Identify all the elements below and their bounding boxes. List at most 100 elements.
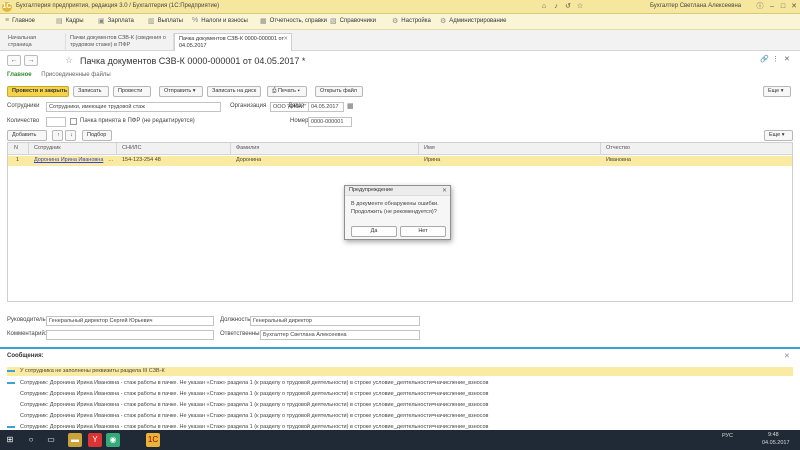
move-up-icon[interactable]: ↑	[52, 130, 63, 141]
employees-select[interactable]: Сотрудники, имеющие трудовой стаж	[46, 102, 221, 112]
messages-close-icon[interactable]: ✕	[784, 352, 790, 360]
cell-patronymic: Ивановна	[606, 157, 631, 163]
message-marker-icon	[7, 381, 15, 384]
gear-icon: ⚙	[392, 18, 399, 25]
date-field[interactable]: 04.05.2017	[308, 102, 344, 112]
open-file-button[interactable]: Открыть файл	[315, 86, 363, 97]
nav-files-link[interactable]: Присоединенные файлы	[41, 72, 111, 78]
calendar-icon[interactable]: ▦	[347, 102, 354, 110]
windows-taskbar: ⊞ ○ ▭ ▬ Y ◉ 1C РУС 9:48 04.05.2017	[0, 430, 800, 450]
history-icon[interactable]: ↺	[564, 3, 572, 11]
task-view-icon[interactable]: ▭	[44, 433, 58, 447]
messages-panel: Сообщения: ✕ У сотрудника не заполнены р…	[0, 347, 800, 430]
comment-field[interactable]	[46, 330, 214, 340]
head-select[interactable]: Генеральный директор Сергей Юрьевич	[46, 316, 214, 326]
menu-settings[interactable]: ⚙ Настройка	[392, 17, 431, 25]
1c-icon[interactable]: 1C	[146, 433, 160, 447]
tab-document[interactable]: Пачка документов СЗВ-К 0000-000001 от 04…	[174, 33, 292, 51]
cell-select-icon[interactable]: …	[108, 157, 114, 163]
number-label: Номер	[290, 118, 309, 124]
star-icon[interactable]: ☆	[576, 3, 584, 11]
message-item[interactable]: Сотрудник: Доронина Ирина Ивановна - ста…	[7, 391, 793, 397]
responsible-label: Ответственный:	[220, 331, 265, 337]
table-row[interactable]: 1 Доронина Ирина Ивановна … 154-123-254 …	[8, 156, 792, 166]
printer-icon: ⎙	[272, 88, 277, 94]
yandex-icon[interactable]: Y	[88, 433, 102, 447]
tray-lang[interactable]: РУС	[722, 433, 733, 439]
search-icon[interactable]: ○	[24, 433, 38, 447]
comment-label: Комментарий:	[7, 331, 47, 337]
favorite-star-icon[interactable]: ☆	[65, 55, 73, 66]
dialog-close-icon[interactable]: ✕	[442, 187, 447, 194]
menu-catalogs[interactable]: ▧ Справочники	[330, 17, 376, 25]
fill-button[interactable]: Подбор	[82, 130, 112, 141]
col-n[interactable]: N	[14, 145, 18, 151]
app-logo: 1С	[2, 2, 12, 12]
cell-employee[interactable]: Доронина Ирина Ивановна	[34, 157, 104, 163]
menu-salary[interactable]: ▣ Зарплата	[98, 17, 134, 25]
nav-main-link[interactable]: Главное	[7, 72, 32, 78]
send-button[interactable]: Отправить ▾	[159, 86, 203, 97]
info-icon[interactable]: ⓘ	[756, 3, 764, 11]
write-button[interactable]: Записать	[73, 86, 109, 97]
wallet-icon: ▣	[98, 18, 105, 25]
message-item[interactable]: Сотрудник: Доронина Ирина Ивановна - ста…	[7, 402, 793, 408]
more-button[interactable]: Еще ▾	[763, 86, 791, 97]
head-label: Руководитель:	[7, 317, 48, 323]
col-surname[interactable]: Фамилия	[236, 145, 259, 151]
post-and-close-button[interactable]: Провести и закрыть	[7, 86, 69, 97]
count-field[interactable]	[46, 117, 66, 127]
close-icon[interactable]: ✕	[790, 3, 798, 11]
back-arrow-icon[interactable]: ←	[7, 55, 21, 66]
menu-payments[interactable]: ▥ Выплаты	[148, 17, 183, 25]
explorer-icon[interactable]: ▬	[68, 433, 82, 447]
post-button[interactable]: Провести	[113, 86, 151, 97]
link-icon[interactable]: 🔗	[760, 55, 769, 63]
write-to-disk-button[interactable]: Записать на диск	[207, 86, 261, 97]
message-item[interactable]: Сотрудник: Доронина Ирина Ивановна - ста…	[7, 413, 793, 419]
forward-arrow-icon[interactable]: →	[24, 55, 38, 66]
doc-icon: ▤	[56, 18, 63, 25]
warning-dialog: Предупреждение ✕ В документе обнаружены …	[344, 185, 451, 240]
message-item[interactable]: У сотрудника не заполнены реквизиты разд…	[7, 367, 793, 376]
chrome-icon[interactable]: ◉	[106, 433, 120, 447]
yes-button[interactable]: Да	[351, 226, 397, 237]
message-marker-icon	[7, 425, 15, 428]
more-dots-icon[interactable]: ⋮	[772, 55, 779, 63]
menu-hr[interactable]: ▤ Кадры	[56, 17, 84, 25]
minimize-icon[interactable]: –	[768, 3, 776, 11]
grid-more-button[interactable]: Еще ▾	[764, 130, 793, 141]
tray-date[interactable]: 04.05.2017	[762, 440, 790, 446]
move-down-icon[interactable]: ↓	[65, 130, 76, 141]
user-name[interactable]: Бухгалтер Светлана Алексеевна	[650, 3, 741, 9]
employees-label: Сотрудники	[7, 103, 40, 109]
accepted-checkbox[interactable]	[70, 118, 77, 125]
col-patronymic[interactable]: Отчество	[606, 145, 630, 151]
col-employee[interactable]: Сотрудник	[34, 145, 61, 151]
menu-reports[interactable]: ▦ Отчетность, справки	[260, 17, 327, 25]
close-form-icon[interactable]: ✕	[784, 55, 790, 63]
sections-menu: ≡ Главное ▤ Кадры ▣ Зарплата ▥ Выплаты % Нало…	[0, 14, 800, 30]
menu-main[interactable]: ≡ Главное	[5, 17, 35, 24]
tab-home[interactable]: Начальная страница	[4, 33, 66, 51]
no-button[interactable]: Нет	[400, 226, 446, 237]
tab-close-icon[interactable]: ✕	[283, 36, 288, 43]
col-name[interactable]: Имя	[424, 145, 435, 151]
add-row-button[interactable]: Добавить	[7, 130, 47, 141]
home-icon[interactable]: ⌂	[540, 3, 548, 11]
number-field[interactable]: 0000-000001	[308, 117, 352, 127]
position-select[interactable]: Генеральный директор	[250, 316, 420, 326]
responsible-select[interactable]: Бухгалтер Светлана Алексеевна	[260, 330, 420, 340]
message-item[interactable]: Сотрудник: Доронина Ирина Ивановна - ста…	[7, 380, 793, 386]
menu-admin[interactable]: ⚙ Администрирование	[440, 17, 507, 25]
start-icon[interactable]: ⊞	[3, 433, 17, 447]
tab-list[interactable]: Пачки документов СЗВ-К (сведения о трудо…	[66, 33, 174, 51]
tray-time[interactable]: 9:48	[768, 432, 779, 438]
col-snils[interactable]: СНИЛС	[122, 145, 141, 151]
menu-taxes[interactable]: % Налоги и взносы	[192, 17, 248, 24]
bell-icon[interactable]: ♪	[552, 3, 560, 11]
message-marker-icon	[7, 369, 15, 372]
maximize-icon[interactable]: □	[779, 3, 787, 11]
print-button[interactable]: ⎙ Печать ▾	[267, 86, 307, 97]
accepted-label: Пачка принята в ПФР (не редактируется)	[80, 118, 195, 124]
